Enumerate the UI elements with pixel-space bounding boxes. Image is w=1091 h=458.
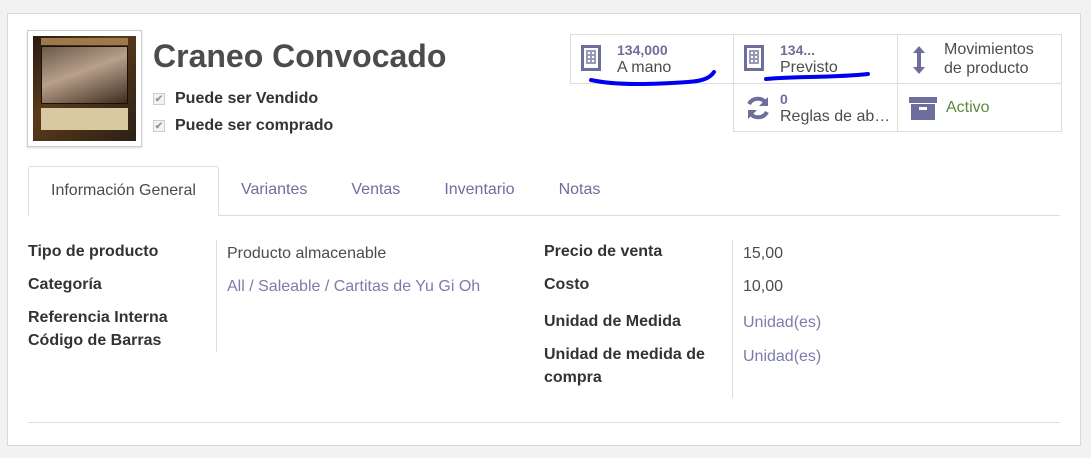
sale-price-label: Precio de venta (544, 243, 663, 260)
forecasted-value: 134... (780, 42, 816, 58)
left-group-divider (216, 240, 217, 352)
reorder-value: 0 (780, 90, 788, 107)
purchase-uom-label-line2: compra (544, 369, 602, 386)
blue-scribble-on-hand (589, 70, 716, 86)
moves-label-line2: de producto (944, 60, 1029, 77)
product-type-field[interactable]: Producto almacenable (227, 245, 386, 263)
product-image[interactable] (27, 30, 142, 147)
can-be-sold-checkbox[interactable]: ✔ (153, 93, 165, 105)
product-type-label: Tipo de producto (28, 243, 159, 260)
reorder-label: Reglas de ab… (780, 107, 891, 125)
barcode-field[interactable] (227, 334, 527, 354)
archive-icon (908, 94, 938, 122)
can-be-purchased-row: ✔ Puede ser comprado (153, 117, 333, 135)
cost-field[interactable]: 10,00 (743, 278, 783, 296)
tab-inventory[interactable]: Inventario (422, 166, 536, 216)
can-be-sold-row: ✔ Puede ser Vendido (153, 90, 318, 108)
blue-scribble-forecasted (764, 72, 870, 81)
category-label: Categoría (28, 276, 102, 293)
reordering-rules-button[interactable]: 0 Reglas de ab… (733, 83, 898, 132)
right-group-divider (732, 240, 733, 398)
moves-label-line1: Movimientos (944, 41, 1034, 58)
active-label: Activo (946, 98, 990, 116)
barcode-label: Código de Barras (28, 332, 162, 349)
uom-field[interactable]: Unidad(es) (743, 314, 821, 332)
internal-reference-field[interactable] (227, 311, 527, 331)
active-toggle-button[interactable]: Activo (897, 83, 1062, 132)
bottom-divider (28, 422, 1060, 423)
form-tabs: Información General Variantes Ventas Inv… (28, 166, 1060, 217)
cost-label: Costo (544, 276, 590, 293)
purchase-uom-field[interactable]: Unidad(es) (743, 348, 821, 366)
sale-price-field[interactable]: 15,00 (743, 245, 783, 263)
can-be-purchased-label: Puede ser comprado (175, 117, 334, 134)
product-moves-button[interactable]: Movimientos de producto (897, 34, 1062, 84)
uom-label: Unidad de Medida (544, 313, 681, 330)
tab-notes[interactable]: Notas (537, 166, 623, 216)
building-icon (744, 45, 766, 73)
tab-sales[interactable]: Ventas (329, 166, 422, 216)
tab-general-information[interactable]: Información General (28, 166, 219, 217)
can-be-sold-label: Puede ser Vendido (175, 90, 319, 107)
tab-variants[interactable]: Variantes (219, 166, 329, 216)
internal-reference-label: Referencia Interna (28, 309, 168, 326)
refresh-icon (744, 94, 769, 122)
category-field[interactable]: All / Saleable / Cartitas de Yu Gi Oh (227, 278, 480, 296)
can-be-purchased-checkbox[interactable]: ✔ (153, 120, 165, 132)
on-hand-value: 134,000 (617, 42, 668, 58)
product-name[interactable]: Craneo Convocado (153, 38, 446, 75)
product-form-sheet: Craneo Convocado ✔ Puede ser Vendido ✔ P… (7, 13, 1081, 446)
vertical-arrows-icon (908, 45, 930, 74)
trading-card-image (33, 36, 136, 141)
purchase-uom-label-line1: Unidad de medida de (544, 346, 705, 363)
